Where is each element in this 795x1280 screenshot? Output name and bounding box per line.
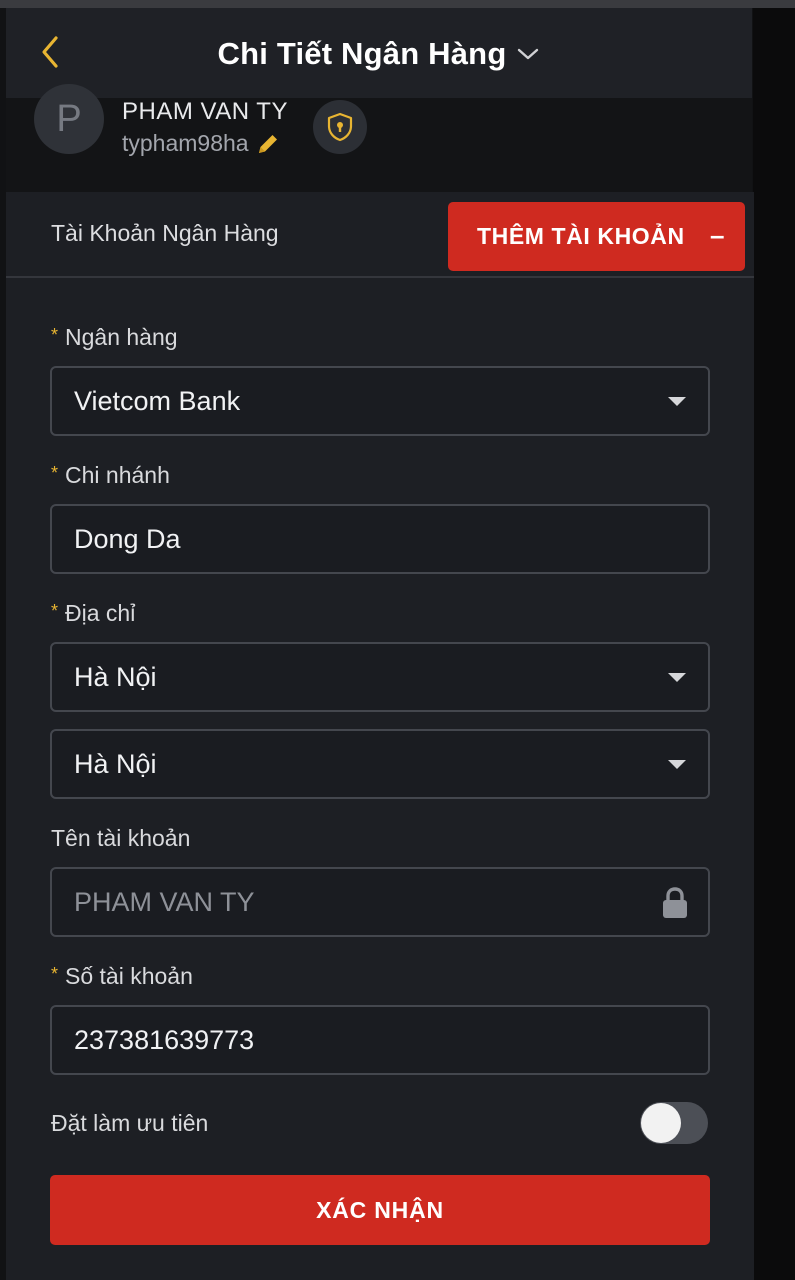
address-label-text: Địa chỉ xyxy=(65,600,136,626)
required-mark: * xyxy=(51,601,59,621)
branch-value: Dong Da xyxy=(74,523,181,554)
priority-toggle[interactable] xyxy=(640,1102,708,1144)
account-number-value: 237381639773 xyxy=(74,1024,255,1055)
username-row: typham98ha xyxy=(122,130,281,157)
city-select[interactable]: Hà Nội xyxy=(50,729,710,799)
city-value: Hà Nội xyxy=(74,748,157,779)
card-header: Tài Khoản Ngân Hàng THÊM TÀI KHOẢN – xyxy=(6,192,754,278)
account-number-input[interactable]: 237381639773 xyxy=(50,1005,710,1075)
right-edge-strip xyxy=(753,8,795,1280)
required-mark: * xyxy=(51,964,59,984)
page-title-dropdown[interactable]: Chi Tiết Ngân Hàng xyxy=(6,32,752,76)
bank-select[interactable]: Vietcom Bank xyxy=(50,366,710,436)
lock-icon xyxy=(663,887,687,918)
branch-label-text: Chi nhánh xyxy=(65,462,170,488)
username: typham98ha xyxy=(122,130,249,156)
collapse-icon: – xyxy=(709,220,725,250)
bank-value: Vietcom Bank xyxy=(74,385,241,416)
section-title: Tài Khoản Ngân Hàng xyxy=(51,220,279,246)
shield-icon xyxy=(327,112,353,142)
confirm-label: XÁC NHẬN xyxy=(316,1196,444,1223)
province-value: Hà Nội xyxy=(74,661,157,692)
pencil-icon[interactable] xyxy=(255,131,281,157)
bank-label-text: Ngân hàng xyxy=(65,324,178,350)
account-name-field: PHAM VAN TY xyxy=(50,867,710,937)
page-title: Chi Tiết Ngân Hàng xyxy=(217,36,507,71)
toggle-knob xyxy=(641,1103,681,1143)
account-name-label: Tên tài khoản xyxy=(51,825,191,851)
account-number-label: * Số tài khoản xyxy=(51,963,193,990)
account-number-label-text: Số tài khoản xyxy=(65,963,193,989)
add-account-label: THÊM TÀI KHOẢN xyxy=(477,223,685,249)
caret-down-icon xyxy=(668,673,686,682)
screen: Chi Tiết Ngân Hàng P PHAM VAN TY typham9… xyxy=(0,0,795,1280)
chevron-down-icon xyxy=(518,48,539,60)
province-select[interactable]: Hà Nội xyxy=(50,642,710,712)
confirm-button[interactable]: XÁC NHẬN xyxy=(50,1175,710,1245)
security-button[interactable] xyxy=(313,100,367,154)
branch-label: * Chi nhánh xyxy=(51,462,170,489)
top-edge xyxy=(0,0,795,8)
account-name-value: PHAM VAN TY xyxy=(74,886,255,917)
bank-label: * Ngân hàng xyxy=(51,324,178,351)
profile-summary: P PHAM VAN TY typham98ha xyxy=(6,84,752,192)
required-mark: * xyxy=(51,325,59,345)
address-label: * Địa chỉ xyxy=(51,600,135,627)
avatar: P xyxy=(34,84,104,154)
required-mark: * xyxy=(51,463,59,483)
profile-name: PHAM VAN TY xyxy=(122,98,288,125)
caret-down-icon xyxy=(668,760,686,769)
branch-input[interactable]: Dong Da xyxy=(50,504,710,574)
priority-label: Đặt làm ưu tiên xyxy=(51,1110,209,1136)
add-account-button[interactable]: THÊM TÀI KHOẢN – xyxy=(448,202,745,271)
bank-account-card: Tài Khoản Ngân Hàng THÊM TÀI KHOẢN – * Ng… xyxy=(6,192,754,1280)
caret-down-icon xyxy=(668,397,686,406)
top-bar: Chi Tiết Ngân Hàng xyxy=(6,8,752,98)
